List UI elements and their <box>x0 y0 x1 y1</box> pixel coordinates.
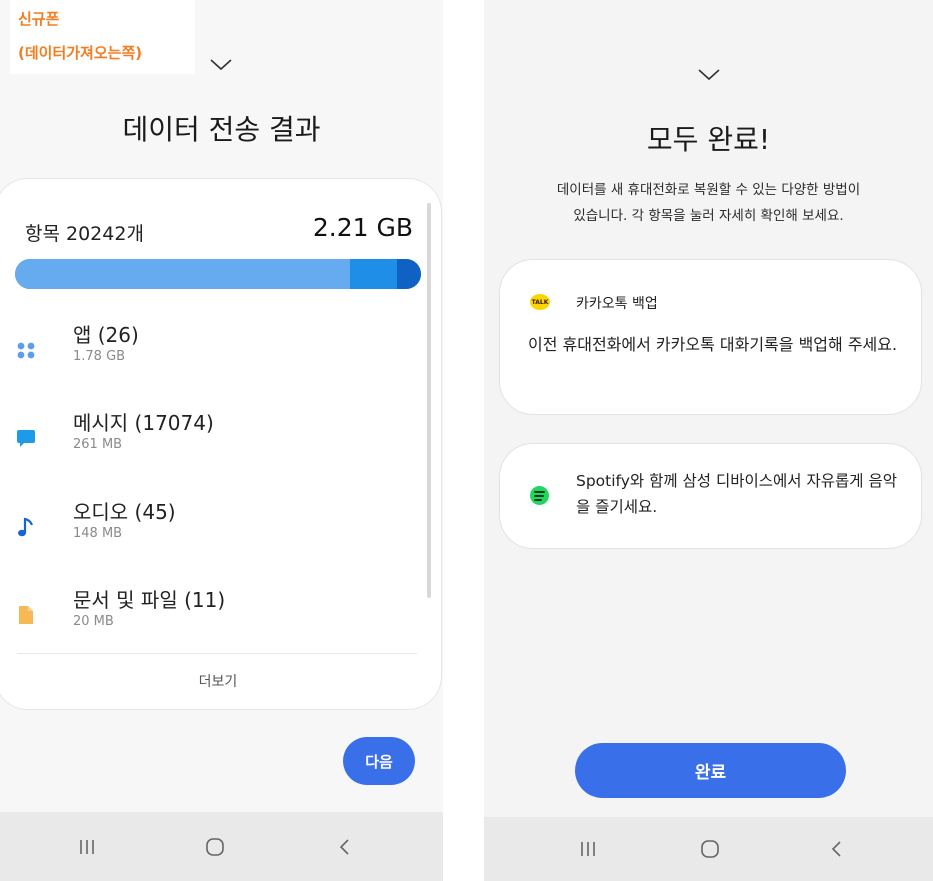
description-line-2: 있습니다. 각 항목을 눌러 자세히 확인해 보세요. <box>573 208 844 224</box>
data-transfer-result-screen: 신규폰 (데이터가져오는쪽) 데이터 전송 결과 항목 20242개 2.21 … <box>0 0 443 881</box>
list-item-apps[interactable]: 앱 (26) 1.78 GB <box>15 319 415 379</box>
divider <box>17 653 417 654</box>
item-size: 1.78 GB <box>73 349 126 364</box>
page-title: 모두 완료! <box>646 123 771 156</box>
page-title: 데이터 전송 결과 <box>122 113 321 146</box>
spotify-card-body: Spotify와 함께 삼성 디바이스에서 자유롭게 음악을 즐기세요. <box>576 472 897 516</box>
more-button[interactable]: 더보기 <box>0 671 441 691</box>
all-complete-screen: 모두 완료! 데이터를 새 휴대전화로 복원할 수 있는 다양한 방법이 있습니… <box>484 0 933 881</box>
done-button[interactable]: 완료 <box>575 743 846 798</box>
document-file-icon <box>15 604 37 626</box>
music-note-icon <box>15 516 37 538</box>
back-icon[interactable] <box>822 834 852 864</box>
apps-grid-icon <box>15 339 37 361</box>
list-item-messages[interactable]: 메시지 (17074) 261 MB <box>15 407 415 467</box>
list-item-documents[interactable]: 문서 및 파일 (11) 20 MB <box>15 584 415 644</box>
annotation-new-phone: 신규폰 <box>18 10 60 28</box>
item-size: 148 MB <box>73 526 123 541</box>
total-size-value: 2.21 GB <box>312 213 413 242</box>
recent-apps-icon[interactable] <box>573 834 603 864</box>
bar-segment-messages <box>349 259 397 289</box>
navigation-bar <box>484 817 933 881</box>
kakao-card-title: 카카오톡 백업 <box>576 296 658 312</box>
item-size: 261 MB <box>73 437 123 452</box>
navigation-bar <box>0 812 443 881</box>
recent-apps-icon[interactable] <box>72 832 102 862</box>
kakao-card-body: 이전 휴대전화에서 카카오톡 대화기록을 백업해 주세요. <box>528 335 898 354</box>
bar-segment-apps <box>15 259 350 289</box>
item-name: 메시지 (17074) <box>73 411 214 435</box>
list-item-audio[interactable]: 오디오 (45) 148 MB <box>15 496 415 556</box>
kakao-backup-card[interactable]: TALK 카카오톡 백업 이전 휴대전화에서 카카오톡 대화기록을 백업해 주세… <box>499 259 922 415</box>
scrollbar[interactable] <box>427 203 431 598</box>
back-icon[interactable] <box>330 832 360 862</box>
item-size: 20 MB <box>73 614 114 629</box>
item-name: 오디오 (45) <box>73 500 176 524</box>
collapse-chevron-icon[interactable] <box>209 56 233 72</box>
spotify-card[interactable]: Spotify와 함께 삼성 디바이스에서 자유롭게 음악을 즐기세요. <box>499 443 922 549</box>
description-line-1: 데이터를 새 휴대전화로 복원할 수 있는 다양한 방법이 <box>556 182 861 198</box>
message-bubble-icon <box>15 427 37 449</box>
collapse-chevron-icon[interactable] <box>697 66 721 82</box>
transfer-summary-card: 항목 20242개 2.21 GB 앱 (26) 1.78 GB 메시지 (17… <box>0 178 442 710</box>
next-button[interactable]: 다음 <box>343 737 415 785</box>
storage-usage-bar <box>15 259 421 289</box>
kakaotalk-logo-icon: TALK <box>530 294 550 310</box>
item-name: 문서 및 파일 (11) <box>73 588 226 612</box>
item-count-label: 항목 20242개 <box>25 223 144 245</box>
annotation-receiving-side: (데이터가져오는쪽) <box>18 44 143 62</box>
spotify-logo-icon <box>530 486 549 505</box>
bar-segment-audio <box>396 259 421 289</box>
home-icon[interactable] <box>200 832 230 862</box>
item-name: 앱 (26) <box>73 323 139 347</box>
home-icon[interactable] <box>695 834 725 864</box>
